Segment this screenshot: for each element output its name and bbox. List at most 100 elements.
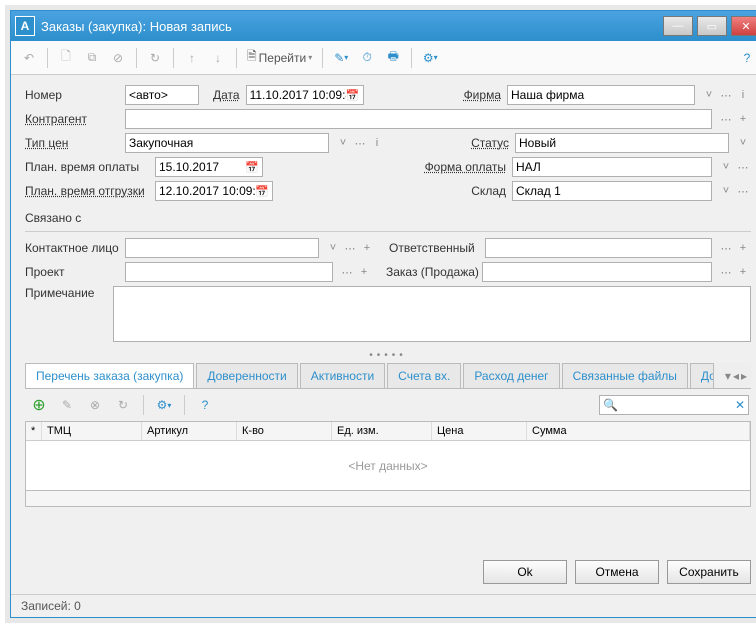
shipplan-input[interactable]: 📅: [155, 181, 273, 201]
col-qty[interactable]: К-во: [237, 422, 332, 440]
tab-more[interactable]: До: [690, 363, 714, 388]
chevron-down-icon[interactable]: ˅: [701, 85, 717, 105]
calendar-icon[interactable]: 📅: [346, 85, 360, 105]
plus-icon[interactable]: +: [735, 238, 751, 258]
chevron-down-icon[interactable]: ˅: [325, 238, 341, 258]
date-label[interactable]: Дата: [213, 88, 240, 102]
grid-gear-icon[interactable]: ⚙▾: [152, 393, 176, 417]
scroll-right-icon[interactable]: ▸: [741, 369, 747, 383]
pricetype-input[interactable]: [125, 133, 329, 153]
dialog-buttons: Ok Отмена Сохранить: [11, 550, 756, 594]
plus-icon[interactable]: +: [735, 262, 751, 282]
copy-icon[interactable]: ⧉: [80, 46, 104, 70]
grid-help-icon[interactable]: ?: [193, 393, 217, 417]
status-input[interactable]: [515, 133, 729, 153]
warehouse-input[interactable]: [512, 181, 712, 201]
gear-icon[interactable]: ⚙▾: [418, 46, 442, 70]
more-icon[interactable]: ⋯: [339, 262, 355, 282]
clear-search-icon[interactable]: ✕: [735, 398, 745, 412]
delete-icon[interactable]: ⊘: [106, 46, 130, 70]
warehouse-label: Склад: [471, 184, 506, 198]
chevron-down-icon: ▾: [308, 53, 312, 62]
sale-input[interactable]: [482, 262, 712, 282]
responsible-input[interactable]: [485, 238, 712, 258]
goto-dropdown[interactable]: 🗎 Перейти ▾: [243, 47, 316, 68]
pricetype-label[interactable]: Тип цен: [25, 136, 119, 150]
minimize-button[interactable]: —: [663, 16, 693, 36]
clock-icon[interactable]: ⏱: [355, 46, 379, 70]
status-bar: Записей: 0: [11, 594, 756, 617]
print-icon[interactable]: 🖶: [381, 46, 405, 70]
edit-row-icon[interactable]: ✎: [55, 393, 79, 417]
more-icon[interactable]: ⋯: [718, 85, 734, 105]
firm-input[interactable]: [507, 85, 695, 105]
page-icon: 🗎: [247, 47, 257, 68]
more-icon[interactable]: ⋯: [735, 181, 751, 201]
tab-invoices[interactable]: Счета вх.: [387, 363, 461, 388]
save-button[interactable]: Сохранить: [667, 560, 751, 584]
firm-label[interactable]: Фирма: [464, 88, 501, 102]
refresh-grid-icon[interactable]: ↻: [111, 393, 135, 417]
counterparty-label[interactable]: Контрагент: [25, 112, 119, 126]
more-icon[interactable]: ⋯: [718, 109, 734, 129]
more-icon[interactable]: ⋯: [735, 157, 751, 177]
contact-input[interactable]: [125, 238, 319, 258]
more-icon[interactable]: ⋯: [718, 238, 734, 258]
chevron-down-icon[interactable]: ˅: [735, 133, 751, 153]
plus-icon[interactable]: +: [356, 262, 372, 282]
tab-expenses[interactable]: Расход денег: [463, 363, 559, 388]
col-marker[interactable]: *: [26, 422, 42, 440]
project-input[interactable]: [125, 262, 333, 282]
splitter[interactable]: •••••: [25, 350, 751, 361]
plus-icon[interactable]: +: [359, 238, 375, 258]
down-icon[interactable]: ↓: [206, 46, 230, 70]
col-article[interactable]: Артикул: [142, 422, 237, 440]
tab-activities[interactable]: Активности: [300, 363, 385, 388]
status-label[interactable]: Статус: [471, 136, 509, 150]
info-icon[interactable]: i: [735, 85, 751, 105]
ok-button[interactable]: Ok: [483, 560, 567, 584]
refresh-icon[interactable]: ↻: [143, 46, 167, 70]
help-icon[interactable]: ?: [735, 46, 756, 70]
shipplan-label[interactable]: План. время отгрузки: [25, 184, 149, 198]
calendar-icon[interactable]: 📅: [255, 181, 269, 201]
up-icon[interactable]: ↑: [180, 46, 204, 70]
search-icon: 🔍: [603, 398, 618, 412]
undo-icon[interactable]: ↶: [17, 46, 41, 70]
payform-label[interactable]: Форма оплаты: [425, 160, 506, 174]
payplan-input[interactable]: 📅: [155, 157, 263, 177]
maximize-button[interactable]: ▭: [697, 16, 727, 36]
more-icon[interactable]: ⋯: [352, 133, 368, 153]
chevron-down-icon[interactable]: ˅: [718, 157, 734, 177]
more-icon[interactable]: ⋯: [718, 262, 734, 282]
chevron-down-icon[interactable]: ˅: [718, 181, 734, 201]
info-icon[interactable]: i: [369, 133, 385, 153]
date-input[interactable]: 📅: [246, 85, 364, 105]
tab-order-items[interactable]: Перечень заказа (закупка): [25, 363, 194, 388]
new-icon[interactable]: 🗋: [54, 46, 78, 70]
counterparty-input[interactable]: [125, 109, 712, 129]
close-button[interactable]: ✕: [731, 16, 756, 36]
responsible-label: Ответственный: [389, 241, 479, 255]
col-unit[interactable]: Ед. изм.: [332, 422, 432, 440]
col-tmc[interactable]: ТМЦ: [42, 422, 142, 440]
scroll-left-icon[interactable]: ◂: [733, 369, 739, 383]
calendar-icon[interactable]: 📅: [245, 157, 259, 177]
add-icon[interactable]: ⊕: [27, 393, 51, 417]
chevron-down-icon[interactable]: ˅: [335, 133, 351, 153]
col-price[interactable]: Цена: [432, 422, 527, 440]
tab-files[interactable]: Связанные файлы: [562, 363, 688, 388]
note-textarea[interactable]: [113, 286, 751, 342]
delete-row-icon[interactable]: ⊗: [83, 393, 107, 417]
number-input[interactable]: [125, 85, 199, 105]
edit-icon[interactable]: ✎▾: [329, 46, 353, 70]
tab-powers[interactable]: Доверенности: [196, 363, 297, 388]
more-icon[interactable]: ⋯: [342, 238, 358, 258]
plus-icon[interactable]: +: [735, 109, 751, 129]
col-sum[interactable]: Сумма: [527, 422, 750, 440]
cancel-button[interactable]: Отмена: [575, 560, 659, 584]
payform-input[interactable]: [512, 157, 712, 177]
chevron-down-icon[interactable]: ▾: [725, 369, 731, 383]
grid-search[interactable]: 🔍 ✕: [599, 395, 749, 415]
project-label: Проект: [25, 265, 119, 279]
